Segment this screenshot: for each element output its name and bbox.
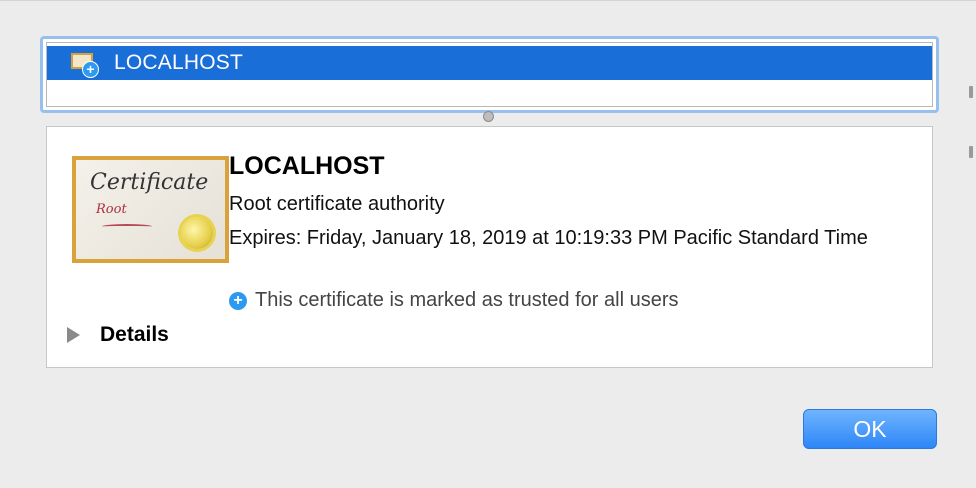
certificate-image-title: Certificate	[90, 170, 209, 195]
trust-status: + This certificate is marked as trusted …	[229, 289, 678, 312]
split-view-handle[interactable]	[483, 111, 494, 122]
window-top-border	[0, 0, 976, 1]
certificate-expiry: Expires: Friday, January 18, 2019 at 10:…	[229, 227, 868, 249]
background-scrollbar-edge	[969, 0, 976, 488]
trusted-plus-icon: +	[229, 291, 247, 310]
certificate-row-label: LOCALHOST	[114, 51, 243, 74]
edge-mark	[969, 146, 973, 158]
background-window-edge	[0, 0, 6, 488]
edge-mark	[969, 86, 973, 98]
certificate-image-icon: Certificate Root	[72, 156, 229, 263]
certificate-row-localhost[interactable]: + LOCALHOST	[47, 46, 932, 80]
certificate-seal-icon	[181, 217, 213, 249]
details-disclosure[interactable]: Details	[67, 323, 169, 347]
certificate-detail-panel: Certificate Root LOCALHOST Root certific…	[46, 126, 933, 368]
certificate-image-subtitle: Root	[96, 202, 127, 217]
certificate-trusted-icon: +	[71, 53, 99, 78]
disclosure-triangle-icon[interactable]	[67, 327, 80, 343]
certificate-list[interactable]: + LOCALHOST	[40, 36, 939, 113]
certificate-list-content: + LOCALHOST	[46, 42, 933, 107]
details-label: Details	[100, 323, 169, 346]
certificate-type: Root certificate authority	[229, 193, 445, 215]
ok-button[interactable]: OK	[803, 409, 937, 449]
trust-status-text: This certificate is marked as trusted fo…	[255, 289, 679, 311]
certificate-flourish	[102, 224, 152, 229]
certificate-name: LOCALHOST	[229, 152, 385, 180]
